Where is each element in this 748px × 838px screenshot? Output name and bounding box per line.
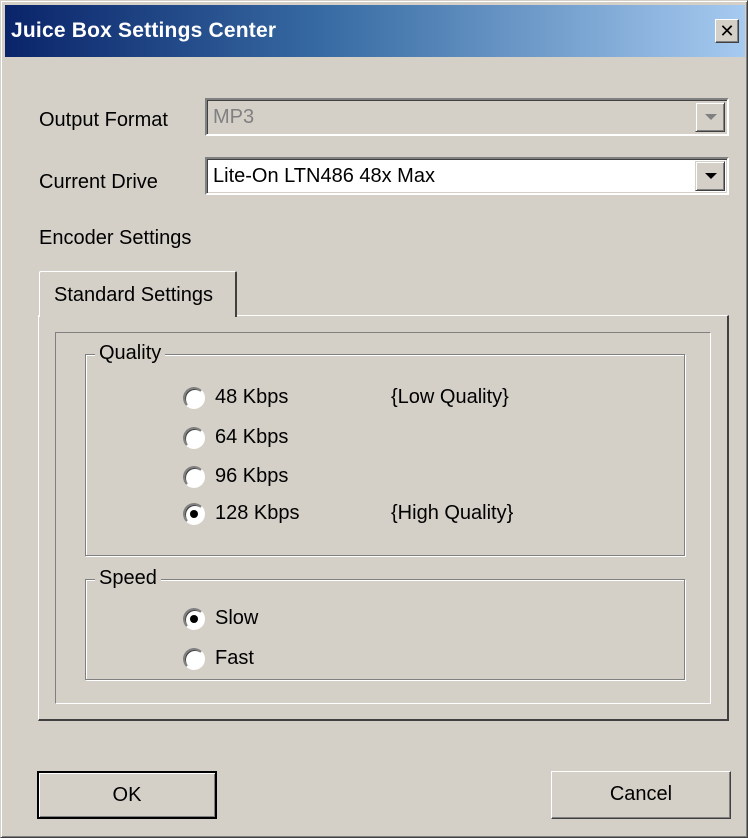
- radio-button[interactable]: [183, 648, 205, 670]
- radio-button[interactable]: [183, 427, 205, 449]
- low-quality-note: {Low Quality}: [391, 386, 509, 408]
- radio-button[interactable]: [183, 608, 205, 630]
- tab-label: Standard Settings: [54, 284, 213, 306]
- radio-button[interactable]: [183, 387, 205, 409]
- speed-group: [85, 579, 685, 680]
- tab-standard-settings[interactable]: Standard Settings: [39, 271, 237, 317]
- quality-group: [85, 354, 685, 556]
- chevron-down-icon[interactable]: [695, 102, 725, 132]
- radio-button[interactable]: [183, 466, 205, 488]
- close-icon: ✕: [719, 21, 735, 41]
- quality-legend: Quality: [95, 342, 166, 365]
- title-bar[interactable]: Juice Box Settings Center ✕: [5, 5, 745, 57]
- radio-button[interactable]: [183, 503, 205, 525]
- radio-label: 64 Kbps: [215, 426, 289, 448]
- output-format-label: Output Format: [39, 109, 168, 131]
- output-format-value: MP3: [213, 106, 255, 128]
- close-button[interactable]: ✕: [715, 19, 739, 43]
- window-title: Juice Box Settings Center: [11, 19, 277, 42]
- settings-dialog: Juice Box Settings Center ✕ Output Forma…: [0, 0, 748, 838]
- current-drive-label: Current Drive: [39, 171, 158, 193]
- high-quality-note: {High Quality}: [391, 502, 514, 524]
- current-drive-dropdown[interactable]: Lite-On LTN486 48x Max: [205, 157, 729, 195]
- encoder-settings-label: Encoder Settings: [39, 227, 192, 249]
- radio-label: 48 Kbps: [215, 386, 289, 408]
- output-format-dropdown[interactable]: MP3: [205, 98, 729, 136]
- radio-label: 128 Kbps: [215, 502, 300, 524]
- radio-label: 96 Kbps: [215, 465, 289, 487]
- current-drive-value: Lite-On LTN486 48x Max: [213, 165, 435, 187]
- chevron-down-icon[interactable]: [695, 161, 725, 191]
- ok-button[interactable]: OK: [37, 771, 217, 819]
- cancel-button[interactable]: Cancel: [551, 771, 731, 819]
- radio-label: Fast: [215, 647, 254, 669]
- radio-label: Slow: [215, 607, 259, 629]
- speed-legend: Speed: [95, 567, 161, 590]
